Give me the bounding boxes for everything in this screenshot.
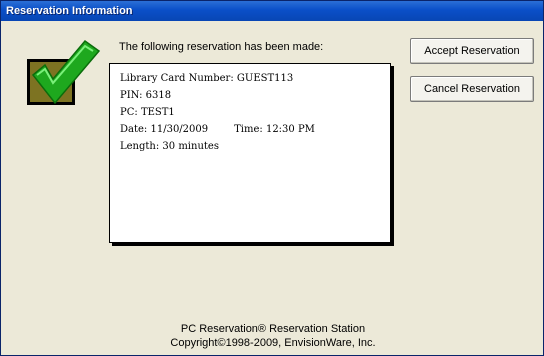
- time-value: 12:30 PM: [265, 124, 315, 135]
- pin-row: PIN: 6318: [120, 87, 390, 104]
- date-label: Date:: [120, 124, 148, 135]
- pin-label: PIN:: [120, 90, 143, 101]
- pin-value: 6318: [145, 90, 172, 101]
- date-value: 11/30/2009: [150, 124, 209, 135]
- copyright-notice: Copyright©1998-2009, EnvisionWare, Inc.: [170, 337, 376, 349]
- card-number-row: Library Card Number: GUEST113: [120, 70, 390, 87]
- window-title: Reservation Information: [6, 5, 133, 17]
- length-label: Length:: [120, 141, 160, 152]
- cancel-reservation-button[interactable]: Cancel Reservation: [410, 76, 534, 102]
- accept-reservation-button[interactable]: Accept Reservation: [410, 38, 534, 64]
- pc-label: PC:: [120, 107, 138, 118]
- length-row: Length: 30 minutes: [120, 138, 390, 155]
- time-label: Time:: [234, 124, 263, 135]
- pc-row: PC: TEST1: [120, 104, 390, 121]
- reservation-details: Library Card Number: GUEST113 PIN: 6318 …: [109, 63, 391, 243]
- check-mark-icon: [27, 39, 101, 105]
- title-bar: Reservation Information: [1, 1, 543, 21]
- reservation-prompt: The following reservation has been made:: [119, 41, 324, 53]
- card-number-value: GUEST113: [236, 73, 294, 84]
- reservation-dialog: Reservation Information The following re…: [0, 0, 544, 356]
- length-value: 30 minutes: [162, 141, 219, 152]
- product-name: PC Reservation® Reservation Station: [180, 323, 366, 335]
- pc-value: TEST1: [140, 107, 175, 118]
- date-time-row: Date: 11/30/2009 Time: 12:30 PM: [120, 121, 390, 138]
- card-number-label: Library Card Number:: [120, 73, 234, 84]
